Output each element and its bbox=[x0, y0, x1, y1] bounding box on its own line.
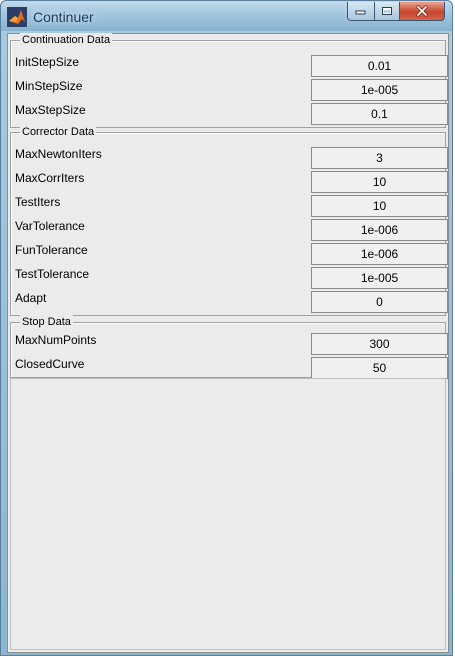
corrector-data-group: Corrector Data MaxNewtonIters 3 MaxCorrI… bbox=[10, 125, 448, 316]
max-num-points-field[interactable]: 300 bbox=[311, 333, 448, 355]
adapt-label: Adapt bbox=[15, 291, 47, 305]
max-num-points-label: MaxNumPoints bbox=[15, 333, 97, 347]
group-title: Corrector Data bbox=[20, 125, 97, 139]
var-tolerance-field[interactable]: 1e-006 bbox=[311, 219, 448, 241]
maximize-icon bbox=[382, 7, 392, 15]
closed-curve-field[interactable]: 50 bbox=[311, 357, 448, 379]
adapt-field[interactable]: 0 bbox=[311, 291, 448, 313]
init-step-size-label: InitStepSize bbox=[15, 55, 80, 69]
continuation-data-group: Continuation Data InitStepSize 0.01 MinS… bbox=[10, 33, 448, 128]
closed-curve-label: ClosedCurve bbox=[15, 357, 85, 371]
max-step-size-field[interactable]: 0.1 bbox=[311, 103, 448, 125]
minimize-icon bbox=[355, 10, 366, 15]
test-iters-field[interactable]: 10 bbox=[311, 195, 448, 217]
window-title: Continuer bbox=[33, 9, 94, 25]
var-tolerance-label: VarTolerance bbox=[15, 219, 85, 233]
close-button[interactable] bbox=[399, 2, 445, 21]
group-title: Stop Data bbox=[20, 315, 73, 329]
fun-tolerance-field[interactable]: 1e-006 bbox=[311, 243, 448, 265]
max-corr-iters-label: MaxCorrIters bbox=[15, 171, 85, 185]
close-icon bbox=[416, 5, 428, 17]
stop-data-group: Stop Data MaxNumPoints 300 ClosedCurve 5… bbox=[10, 315, 448, 379]
min-step-size-label: MinStepSize bbox=[15, 79, 83, 93]
test-iters-label: TestIters bbox=[15, 195, 61, 209]
title-bar[interactable]: Continuer bbox=[1, 1, 452, 31]
min-step-size-field[interactable]: 1e-005 bbox=[311, 79, 448, 101]
empty-panel bbox=[10, 378, 446, 650]
matlab-icon bbox=[7, 7, 27, 27]
client-area: Continuation Data InitStepSize 0.01 MinS… bbox=[7, 33, 449, 653]
test-tolerance-label: TestTolerance bbox=[15, 267, 90, 281]
max-step-size-label: MaxStepSize bbox=[15, 103, 86, 117]
max-newton-iters-label: MaxNewtonIters bbox=[15, 147, 102, 161]
group-title: Continuation Data bbox=[20, 33, 113, 47]
minimize-button[interactable] bbox=[347, 2, 375, 21]
test-tolerance-field[interactable]: 1e-005 bbox=[311, 267, 448, 289]
max-corr-iters-field[interactable]: 10 bbox=[311, 171, 448, 193]
fun-tolerance-label: FunTolerance bbox=[15, 243, 88, 257]
init-step-size-field[interactable]: 0.01 bbox=[311, 55, 448, 77]
continuer-window: Continuer Continuation Data InitStepSize bbox=[0, 0, 453, 656]
maximize-button[interactable] bbox=[374, 2, 400, 21]
max-newton-iters-field[interactable]: 3 bbox=[311, 147, 448, 169]
